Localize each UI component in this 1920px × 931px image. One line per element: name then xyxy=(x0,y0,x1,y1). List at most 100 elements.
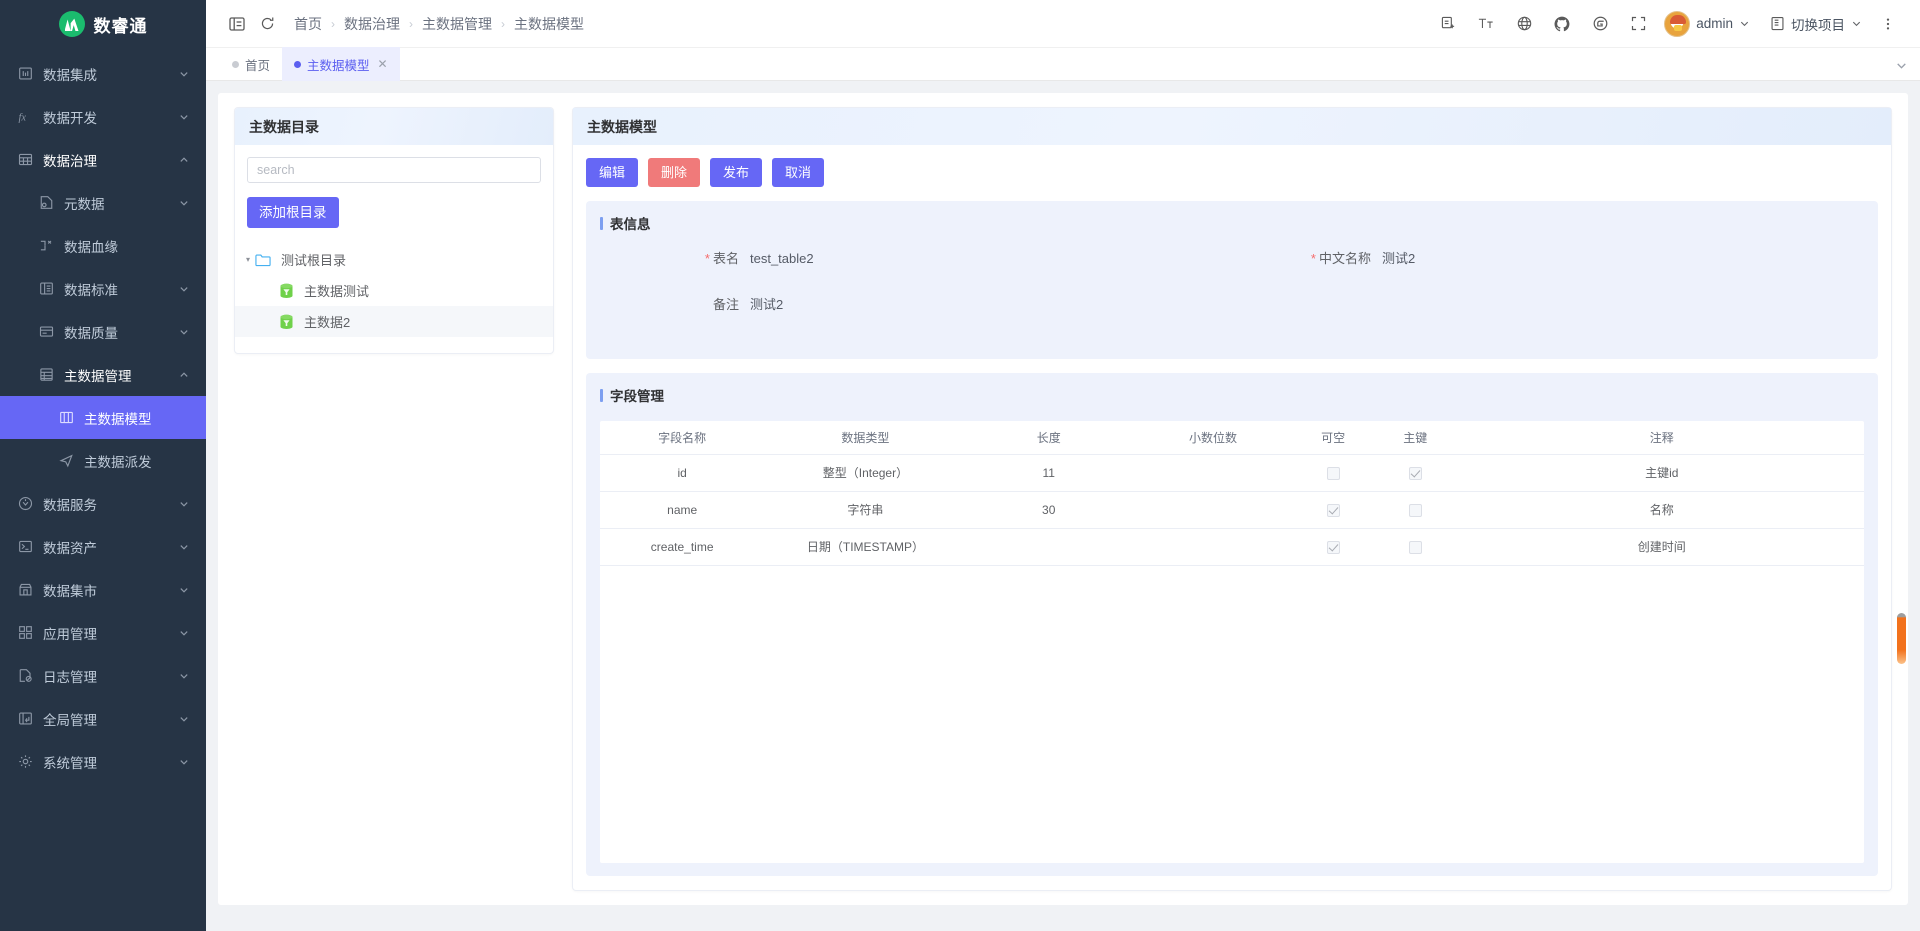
add-root-directory-button[interactable]: 添加根目录 xyxy=(247,197,339,228)
tabbar-expand-icon[interactable] xyxy=(1895,48,1908,82)
cell-data-type: 字符串 xyxy=(764,491,967,529)
sidebar-item-14[interactable]: 日志管理 xyxy=(0,654,206,697)
sidebar-item-3[interactable]: 元数据 xyxy=(0,181,206,224)
masterdata-icon xyxy=(38,366,55,383)
tree-node-2[interactable]: 主数据2 xyxy=(235,306,553,337)
cell-primary xyxy=(1371,454,1460,492)
field-label: 表名 xyxy=(600,249,750,268)
breadcrumb-item-1[interactable]: 数据治理 xyxy=(344,14,400,34)
sidebar-item-12[interactable]: 数据集市 xyxy=(0,568,206,611)
panes: 主数据目录 添加根目录 ▾ 测试根目录主数据测试主数据2 主数据模型 编辑删除发布… xyxy=(218,93,1908,905)
table-row[interactable]: id 整型（Integer） 11 主键id xyxy=(600,454,1864,492)
refresh-icon[interactable] xyxy=(252,9,282,39)
folder-icon xyxy=(255,251,274,268)
github-icon[interactable] xyxy=(1544,9,1580,39)
sidebar-item-4[interactable]: 数据血缘 xyxy=(0,224,206,267)
primary-key-checkbox[interactable] xyxy=(1408,503,1422,517)
database-icon xyxy=(278,313,297,330)
scrollbar-thumb[interactable] xyxy=(1897,613,1906,664)
fields-column-header-5: 主键 xyxy=(1371,421,1460,455)
global-icon xyxy=(17,710,34,727)
menu-collapse-icon[interactable] xyxy=(222,9,252,39)
sidebar-item-5[interactable]: 数据标准 xyxy=(0,267,206,310)
tab-label: 主数据模型 xyxy=(307,58,370,73)
tab-close-icon[interactable]: ✕ xyxy=(378,57,388,71)
project-switch-label: 切换项目 xyxy=(1791,17,1845,33)
tab-status-dot-icon xyxy=(232,60,239,68)
language-globe-icon[interactable] xyxy=(1506,9,1542,39)
action-button-1[interactable]: 删除 xyxy=(648,158,701,187)
footer-strip xyxy=(206,905,1920,931)
cell-scale xyxy=(1130,528,1296,566)
nullable-checkbox[interactable] xyxy=(1326,466,1340,480)
sidebar-item-2[interactable]: 数据治理 xyxy=(0,138,206,181)
chevron-down-icon xyxy=(176,326,192,338)
chevron-up-icon xyxy=(176,369,192,381)
brand-logo[interactable]: 数睿通 xyxy=(0,0,206,48)
screenshot-icon[interactable] xyxy=(1430,9,1466,39)
sidebar-item-7[interactable]: 主数据管理 xyxy=(0,353,206,396)
nullable-checkbox[interactable] xyxy=(1326,503,1340,517)
tree-caret-icon[interactable]: ▾ xyxy=(241,255,255,264)
sidebar-item-11[interactable]: 数据资产 xyxy=(0,525,206,568)
nullable-checkbox[interactable] xyxy=(1326,540,1340,554)
action-button-2[interactable]: 发布 xyxy=(710,158,763,187)
table-row[interactable]: name 字符串 30 名称 xyxy=(600,491,1864,529)
cell-field-name: id xyxy=(600,454,765,492)
sidebar-item-label: 主数据派发 xyxy=(84,454,152,470)
tree-node-1[interactable]: 主数据测试 xyxy=(235,275,553,306)
gitee-icon[interactable] xyxy=(1582,9,1618,39)
sidebar-item-8[interactable]: 主数据模型 xyxy=(0,396,206,439)
sidebar-item-9[interactable]: 主数据派发 xyxy=(0,439,206,482)
chevron-down-icon xyxy=(176,283,192,295)
cell-scale xyxy=(1130,491,1296,529)
sidebar-item-label: 数据标准 xyxy=(64,282,118,298)
fields-grid: 字段名称 数据类型 长度 小数位数 可空 主键 注释 id 整型（Integer） 11 主键id… xyxy=(600,421,1864,863)
content-scrollbar[interactable] xyxy=(1897,99,1906,899)
project-switch-button[interactable]: 切换项目 xyxy=(1764,14,1868,34)
tab-0[interactable]: 首页 xyxy=(220,47,282,81)
font-size-icon[interactable] xyxy=(1468,9,1504,39)
user-menu[interactable]: admin xyxy=(1658,10,1756,37)
tab-1[interactable]: 主数据模型 ✕ xyxy=(282,47,400,81)
tree-node-0[interactable]: ▾ 测试根目录 xyxy=(235,244,553,275)
cell-field-name: name xyxy=(600,491,765,529)
sidebar-item-16[interactable]: 系统管理 xyxy=(0,740,206,783)
field-label: 中文名称 xyxy=(1232,249,1382,268)
primary-key-checkbox[interactable] xyxy=(1408,540,1422,554)
app-icon xyxy=(17,624,34,641)
chevron-down-icon xyxy=(176,627,192,639)
table-row[interactable]: create_time 日期（TIMESTAMP） 创建时间 xyxy=(600,528,1864,566)
fullscreen-icon[interactable] xyxy=(1620,9,1656,39)
action-button-3[interactable]: 取消 xyxy=(772,158,825,187)
sidebar-item-13[interactable]: 应用管理 xyxy=(0,611,206,654)
sidebar-item-1[interactable]: fx 数据开发 xyxy=(0,95,206,138)
sidebar-item-10[interactable]: 数据服务 xyxy=(0,482,206,525)
more-vertical-icon[interactable] xyxy=(1870,9,1906,39)
sidebar: 数睿通 数据集成 fx 数据开发 数据治理 元数据 数据血缘 数据标准 数据质量 主数据管理 主数… xyxy=(0,0,206,931)
breadcrumb-separator: › xyxy=(501,16,505,31)
field-value: 测试2 xyxy=(750,297,784,312)
cell-field-name: create_time xyxy=(600,528,765,566)
sidebar-item-label: 应用管理 xyxy=(43,626,97,642)
app-root: 数睿通 数据集成 fx 数据开发 数据治理 元数据 数据血缘 数据标准 数据质量 主数据管理 主数… xyxy=(0,0,1920,931)
field-label: 备注 xyxy=(712,297,739,312)
table-info-heading-text: 表信息 xyxy=(610,217,651,232)
search-input[interactable] xyxy=(247,157,541,183)
chevron-down-icon xyxy=(176,670,192,682)
sidebar-item-15[interactable]: 全局管理 xyxy=(0,697,206,740)
sidebar-item-label: 日志管理 xyxy=(43,669,97,685)
fields-column-header-0: 字段名称 xyxy=(600,421,765,455)
sidebar-item-0[interactable]: 数据集成 xyxy=(0,52,206,95)
sidebar-menu: 数据集成 fx 数据开发 数据治理 元数据 数据血缘数据标准数据质量主数据管理 主数据模型主… xyxy=(0,48,206,931)
sidebar-item-label: 数据质量 xyxy=(64,325,118,341)
primary-key-checkbox[interactable] xyxy=(1408,466,1422,480)
sidebar-item-label: 数据开发 xyxy=(43,110,97,126)
breadcrumb-item-0[interactable]: 首页 xyxy=(294,14,322,34)
fields-column-header-3: 小数位数 xyxy=(1130,421,1296,455)
field-manage-section: 字段管理 字段名称 数据类型 长度 小数位数 可空 主键 注释 id 整型（Intege xyxy=(586,373,1878,876)
sidebar-item-6[interactable]: 数据质量 xyxy=(0,310,206,353)
breadcrumb-item-2[interactable]: 主数据管理 xyxy=(422,14,492,34)
action-button-0[interactable]: 编辑 xyxy=(586,158,639,187)
chevron-down-icon xyxy=(176,498,192,510)
